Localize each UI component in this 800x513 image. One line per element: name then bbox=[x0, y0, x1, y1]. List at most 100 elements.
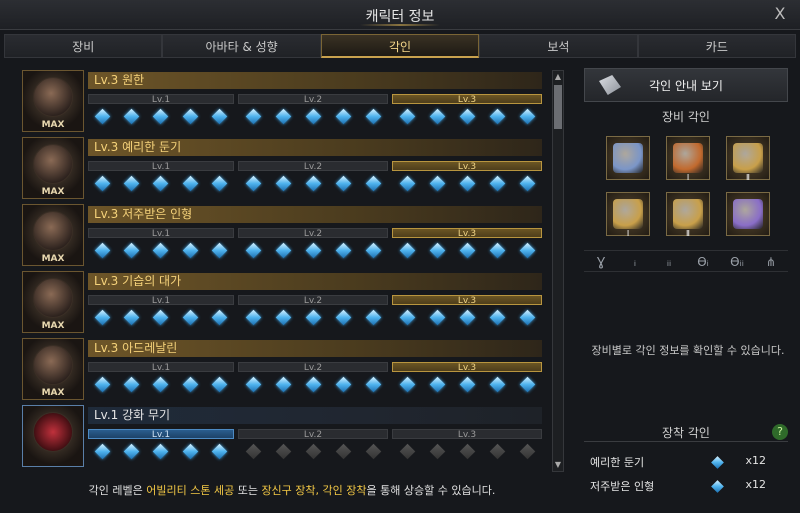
gem-icon bbox=[182, 108, 198, 125]
gem-group bbox=[238, 175, 388, 192]
gem-icon bbox=[335, 175, 351, 192]
engraving-name: Lv.1 강화 무기 bbox=[88, 407, 542, 424]
gem-group bbox=[238, 108, 388, 125]
engraving-row[interactable]: MAX Lv.3 저주받은 인형 Lv.1 Lv.2 Lv.3 bbox=[22, 204, 544, 266]
level-bar: Lv.2 bbox=[238, 295, 388, 306]
engraving-scrollbar[interactable]: ▲ ▼ bbox=[552, 70, 564, 472]
gem-icon bbox=[459, 175, 475, 192]
gem-icon bbox=[245, 443, 261, 460]
engraving-row[interactable]: MAX Lv.3 원한 Lv.1 Lv.2 Lv.3 bbox=[22, 70, 544, 132]
equip-engraving-title: 장비 각인 bbox=[662, 110, 710, 124]
engraving-icon: MAX bbox=[22, 70, 84, 132]
scroll-down-arrow-icon[interactable]: ▼ bbox=[553, 459, 563, 471]
engraving-portrait-icon bbox=[33, 77, 73, 117]
engraving-guide-button[interactable]: 각인 안내 보기 bbox=[584, 68, 788, 102]
level-bar: Lv.1 bbox=[88, 295, 234, 306]
title-ornament bbox=[360, 24, 440, 26]
gem-icon bbox=[335, 108, 351, 125]
gem-icon bbox=[245, 376, 261, 393]
gem-icon bbox=[365, 376, 381, 393]
help-icon[interactable]: ? bbox=[772, 424, 788, 440]
level-bar: Lv.1 bbox=[88, 362, 234, 373]
earring-icon[interactable]: Ⅱ bbox=[726, 136, 770, 182]
worn-row: 예리한 둔기 x12 bbox=[590, 454, 786, 472]
gem-group bbox=[392, 309, 542, 326]
gem-icon bbox=[245, 175, 261, 192]
gem-icon bbox=[489, 376, 505, 393]
gem-icon bbox=[399, 309, 415, 326]
gem-icon bbox=[305, 376, 321, 393]
gem-icon bbox=[399, 175, 415, 192]
gem-icon bbox=[124, 309, 140, 326]
equip-slot-art bbox=[733, 199, 763, 229]
gem-icon bbox=[305, 443, 321, 460]
gem-group bbox=[88, 242, 234, 259]
gem-group bbox=[238, 242, 388, 259]
tab-engraving[interactable]: 각인 bbox=[320, 34, 480, 58]
gem-group bbox=[392, 443, 542, 460]
equip-slot-art bbox=[613, 199, 643, 229]
engraving-row[interactable]: MAX Lv.3 예리한 둔기 Lv.1 Lv.2 Lv.3 bbox=[22, 137, 544, 199]
level-bar: Lv.3 bbox=[392, 295, 542, 306]
ring2-filter-icon[interactable]: Ɵᵢᵢ bbox=[726, 251, 748, 271]
window-title: 캐릭터 정보 bbox=[365, 9, 435, 25]
gem-icon bbox=[519, 108, 535, 125]
slot-index: Ⅰ bbox=[626, 229, 630, 238]
worn-count: x12 bbox=[745, 478, 766, 491]
engraving-row[interactable]: MAX Lv.3 아드레날린 Lv.1 Lv.2 Lv.3 bbox=[22, 338, 544, 400]
ring-icon[interactable]: Ⅰ bbox=[606, 192, 650, 238]
ring1-filter-icon[interactable]: Ɵᵢ bbox=[692, 251, 714, 271]
gem-icon bbox=[275, 376, 291, 393]
gem-icon bbox=[459, 108, 475, 125]
worn-engraving-title: 장착 각인 bbox=[584, 424, 788, 442]
equip-slot-art bbox=[673, 199, 703, 229]
ability-stone-filter-icon[interactable]: Ɣ bbox=[590, 251, 612, 271]
engraving-icon: MAX bbox=[22, 271, 84, 333]
tab-avatar[interactable]: 아바타 & 성향 bbox=[162, 34, 321, 58]
tab-equipment[interactable]: 장비 bbox=[4, 34, 163, 58]
level-bar: Lv.3 bbox=[392, 161, 542, 172]
gem-icon bbox=[365, 309, 381, 326]
gem-icon bbox=[94, 242, 111, 259]
gem-icon bbox=[182, 376, 198, 393]
tab-card[interactable]: 카드 bbox=[637, 34, 797, 58]
stone-crystal-icon[interactable] bbox=[726, 192, 770, 236]
scroll-up-arrow-icon[interactable]: ▲ bbox=[553, 71, 563, 83]
level-bar: Lv.1 bbox=[88, 429, 234, 440]
gem-icon bbox=[182, 175, 198, 192]
gem-group bbox=[88, 309, 234, 326]
tab-gem[interactable]: 보석 bbox=[479, 34, 638, 58]
gem-icon bbox=[124, 443, 140, 460]
earring-filter-icon[interactable]: ᵢᵢ bbox=[658, 251, 680, 271]
necklace-icon[interactable]: Ⅰ bbox=[666, 136, 710, 182]
gem-icon bbox=[365, 108, 381, 125]
engraving-icon: MAX bbox=[22, 338, 84, 400]
engraving-row[interactable]: Lv.1 강화 무기 Lv.1 Lv.2 Lv.3 bbox=[22, 405, 544, 467]
hint-mid: 또는 bbox=[234, 484, 262, 497]
ability-stone-icon[interactable] bbox=[606, 136, 650, 180]
close-button[interactable]: X bbox=[770, 4, 790, 24]
gem-icon bbox=[124, 108, 140, 125]
gem-icon bbox=[459, 309, 475, 326]
gem-group bbox=[88, 443, 234, 460]
necklace-filter-icon[interactable]: ᵢ bbox=[624, 251, 646, 271]
side-panel: 각인 안내 보기 장비 각인 Ⅰ Ⅱ Ⅰ Ⅱ Ɣᵢ ᵢᵢ Ɵᵢ Ɵᵢᵢ ⋔ 장비별로 각… bbox=[584, 68, 792, 508]
engraving-row[interactable]: MAX Lv.3 기습의 대가 Lv.1 Lv.2 Lv.3 bbox=[22, 271, 544, 333]
stone-filter-icon[interactable]: ⋔ bbox=[760, 251, 782, 271]
level-bar: Lv.3 bbox=[392, 362, 542, 373]
gem-group bbox=[88, 175, 234, 192]
level-bar: Lv.2 bbox=[238, 429, 388, 440]
ring-icon[interactable]: Ⅱ bbox=[666, 192, 710, 238]
gem-icon bbox=[335, 309, 351, 326]
scroll-thumb[interactable] bbox=[554, 85, 562, 129]
gem-icon bbox=[711, 480, 724, 493]
gem-icon bbox=[182, 309, 198, 326]
equip-slot-art bbox=[733, 143, 763, 173]
worn-row: 저주받은 인형 x12 bbox=[590, 478, 786, 496]
gem-icon bbox=[124, 376, 140, 393]
gem-icon bbox=[459, 443, 475, 460]
gem-group bbox=[238, 376, 388, 393]
level-bar: Lv.1 bbox=[88, 94, 234, 105]
gem-icon bbox=[399, 443, 415, 460]
window-titlebar: 캐릭터 정보 X bbox=[0, 0, 800, 30]
